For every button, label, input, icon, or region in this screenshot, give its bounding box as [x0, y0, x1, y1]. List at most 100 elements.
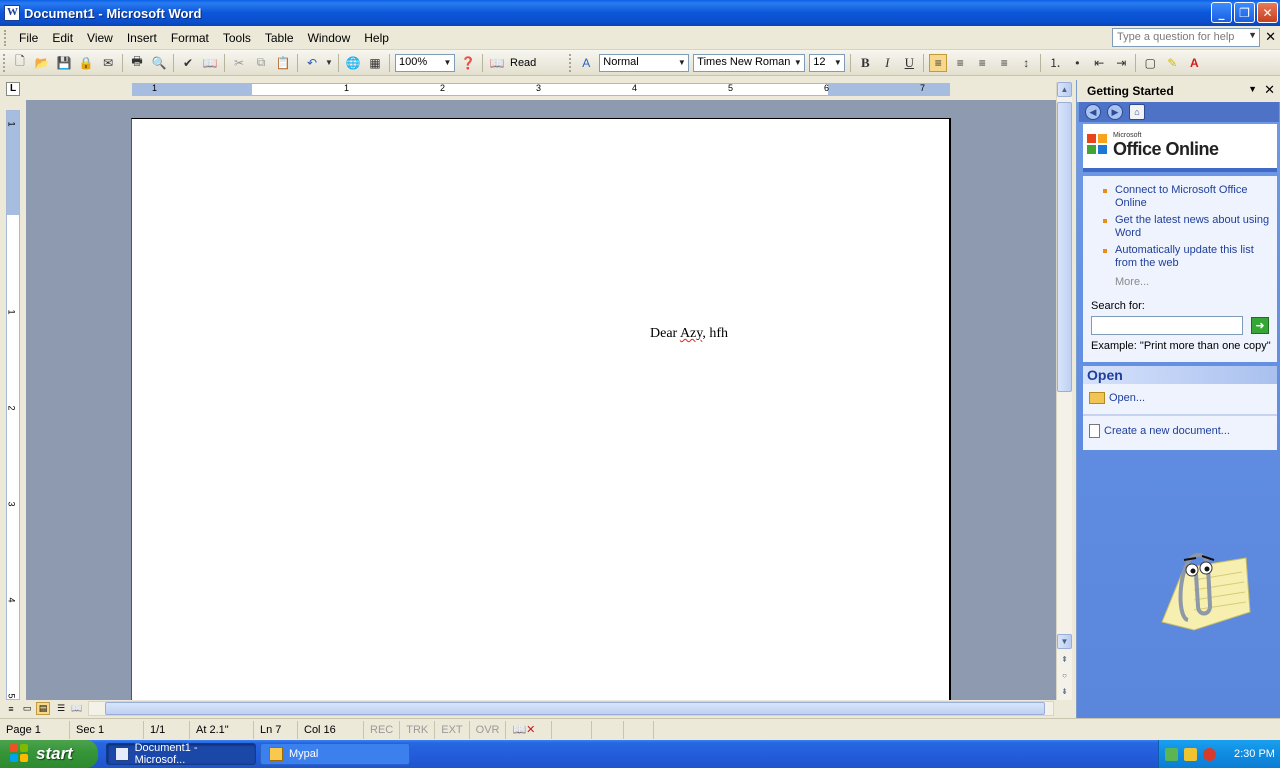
web-view-icon[interactable]: ▭	[20, 702, 34, 715]
next-page-icon[interactable]: ⇟	[1057, 684, 1072, 699]
spelling-icon[interactable]: ✔	[179, 54, 197, 72]
status-rec[interactable]: REC	[364, 720, 401, 739]
hyperlink-icon[interactable]: 🌐	[344, 54, 362, 72]
line-spacing-icon[interactable]: ↕	[1017, 54, 1035, 72]
scroll-up-icon[interactable]: ▲	[1057, 82, 1072, 97]
horizontal-scrollbar[interactable]	[88, 701, 1054, 716]
help-question-box[interactable]: Type a question for help ▼	[1112, 28, 1260, 47]
font-size-select[interactable]: 12 ▼	[809, 53, 846, 72]
connect-office-online-link[interactable]: Connect to Microsoft Office Online	[1087, 184, 1273, 210]
horizontal-ruler[interactable]: 1 1 2 3 4 5 6 7	[28, 80, 1052, 100]
security-tray-icon[interactable]	[1184, 747, 1197, 761]
permission-icon[interactable]: 🔒	[77, 54, 95, 72]
open-link[interactable]: Open...	[1109, 392, 1145, 404]
bold-icon[interactable]: B	[856, 54, 874, 72]
scroll-down-icon[interactable]: ▼	[1057, 634, 1072, 649]
open-link-row[interactable]: Open...	[1089, 392, 1145, 404]
office-assistant-clippy[interactable]	[1154, 540, 1254, 640]
menu-window[interactable]: Window	[301, 29, 358, 47]
menubar-grip[interactable]	[4, 29, 8, 46]
auto-update-link[interactable]: Automatically update this list from the …	[1087, 244, 1273, 270]
style-select[interactable]: Normal ▼	[599, 53, 690, 72]
styles-icon[interactable]: A	[577, 54, 595, 72]
outline-view-icon[interactable]: ☰	[54, 702, 68, 715]
office-online-logo[interactable]: Microsoft Office Online	[1087, 132, 1219, 158]
font-dropdown-icon[interactable]: ▼	[792, 56, 803, 70]
status-ovr[interactable]: OVR	[470, 720, 507, 739]
close-button[interactable]: ✕	[1257, 2, 1278, 23]
vertical-ruler[interactable]: 1 1 2 3 4 5	[6, 110, 20, 700]
menu-tools[interactable]: Tools	[216, 29, 258, 47]
cut-icon[interactable]: ✂	[230, 54, 248, 72]
start-button[interactable]: start	[0, 740, 98, 768]
status-ext[interactable]: EXT	[435, 720, 470, 739]
align-left-icon[interactable]: ≡	[929, 53, 948, 72]
taskbar-word-button[interactable]: Document1 - Microsof...	[106, 742, 256, 766]
menu-table[interactable]: Table	[258, 29, 301, 47]
search-input[interactable]	[1091, 316, 1243, 335]
open-folder-icon[interactable]: 📂	[33, 54, 51, 72]
highlight-icon[interactable]: ✎	[1163, 54, 1181, 72]
read-button-label[interactable]: Read	[508, 57, 538, 69]
help-icon[interactable]: ❓	[459, 54, 477, 72]
italic-icon[interactable]: I	[878, 54, 896, 72]
back-icon[interactable]: ◀	[1085, 104, 1101, 120]
document-page[interactable]: Dear Azy, hfh	[131, 118, 951, 700]
read-icon[interactable]: 📖	[488, 54, 506, 72]
font-color-icon[interactable]: A	[1185, 54, 1203, 72]
formatting-grip[interactable]	[569, 53, 572, 72]
align-right-icon[interactable]: ≡	[973, 54, 991, 72]
status-trk[interactable]: TRK	[400, 720, 436, 739]
font-size-dropdown-icon[interactable]: ▼	[832, 56, 843, 70]
copy-icon[interactable]: ⧉	[252, 54, 270, 72]
menu-edit[interactable]: Edit	[45, 29, 80, 47]
underline-icon[interactable]: U	[900, 54, 918, 72]
bullets-icon[interactable]: •	[1068, 54, 1086, 72]
network-tray-icon[interactable]	[1165, 747, 1178, 761]
menu-format[interactable]: Format	[164, 29, 216, 47]
print-icon[interactable]: 🖶	[128, 54, 146, 72]
new-document-row[interactable]: Create a new document...	[1089, 424, 1230, 438]
menu-file[interactable]: File	[12, 29, 45, 47]
previous-page-icon[interactable]: ⇞	[1057, 652, 1072, 667]
task-pane-close-icon[interactable]: ✕	[1264, 82, 1275, 98]
font-select[interactable]: Times New Roman ▼	[693, 53, 806, 72]
save-icon[interactable]: 💾	[55, 54, 73, 72]
restore-button[interactable]: ❐	[1234, 2, 1255, 23]
menu-help[interactable]: Help	[357, 29, 396, 47]
scroll-thumb[interactable]	[1057, 102, 1072, 392]
undo-icon[interactable]: ↶	[303, 54, 321, 72]
document-close-icon[interactable]: ✕	[1265, 29, 1276, 45]
borders-icon[interactable]: ▢	[1141, 54, 1159, 72]
print-preview-icon[interactable]: 🔍	[150, 54, 168, 72]
research-icon[interactable]: 📖	[201, 54, 219, 72]
more-link[interactable]: More...	[1087, 276, 1273, 288]
zoom-select[interactable]: 100% ▼	[395, 53, 455, 72]
numbering-icon[interactable]: ⒈	[1046, 54, 1064, 72]
alert-tray-icon[interactable]	[1203, 747, 1216, 761]
help-dropdown-icon[interactable]: ▼	[1248, 30, 1257, 40]
word-app-icon[interactable]	[4, 5, 20, 21]
minimize-button[interactable]: _	[1211, 2, 1232, 23]
create-new-document-link[interactable]: Create a new document...	[1104, 425, 1230, 437]
style-dropdown-icon[interactable]: ▼	[676, 56, 687, 70]
document-text[interactable]: Dear Azy, hfh	[650, 326, 728, 342]
latest-news-link[interactable]: Get the latest news about using Word	[1087, 214, 1273, 240]
email-icon[interactable]: ✉	[99, 54, 117, 72]
search-go-icon[interactable]: ➜	[1251, 317, 1269, 334]
align-center-icon[interactable]: ≡	[951, 54, 969, 72]
spelling-status-icon[interactable]: 📖✕	[506, 720, 553, 739]
tab-selector[interactable]: L	[6, 82, 20, 96]
normal-view-icon[interactable]: ≡	[4, 702, 18, 715]
task-pane-dropdown-icon[interactable]: ▼	[1248, 84, 1257, 94]
print-layout-view-icon[interactable]: ▤	[36, 702, 50, 715]
toolbar-grip[interactable]	[3, 53, 6, 72]
new-document-icon[interactable]: 🗋	[11, 54, 29, 72]
home-icon[interactable]: ⌂	[1129, 104, 1145, 120]
zoom-dropdown-icon[interactable]: ▼	[442, 56, 453, 70]
decrease-indent-icon[interactable]: ⇤	[1090, 54, 1108, 72]
justify-icon[interactable]: ≡	[995, 54, 1013, 72]
task-pane-title[interactable]: Getting Started	[1087, 84, 1174, 98]
undo-dropdown-icon[interactable]: ▼	[325, 54, 333, 72]
taskbar-mypal-button[interactable]: Mypal	[260, 743, 410, 765]
